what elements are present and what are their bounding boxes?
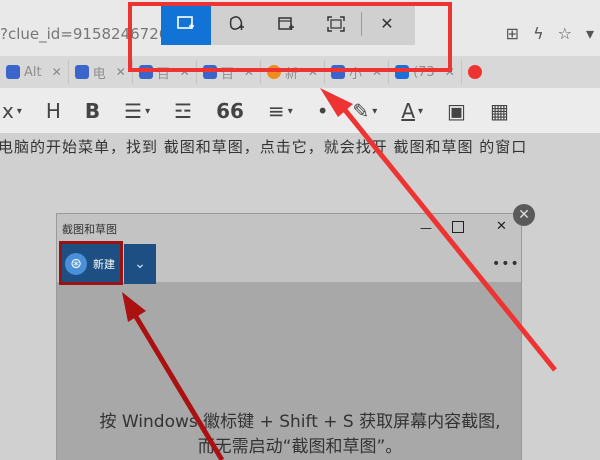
arrow-to-new-button — [122, 292, 225, 460]
annotation-arrows — [122, 88, 557, 460]
arrow-to-snip-toolbar — [320, 88, 557, 372]
